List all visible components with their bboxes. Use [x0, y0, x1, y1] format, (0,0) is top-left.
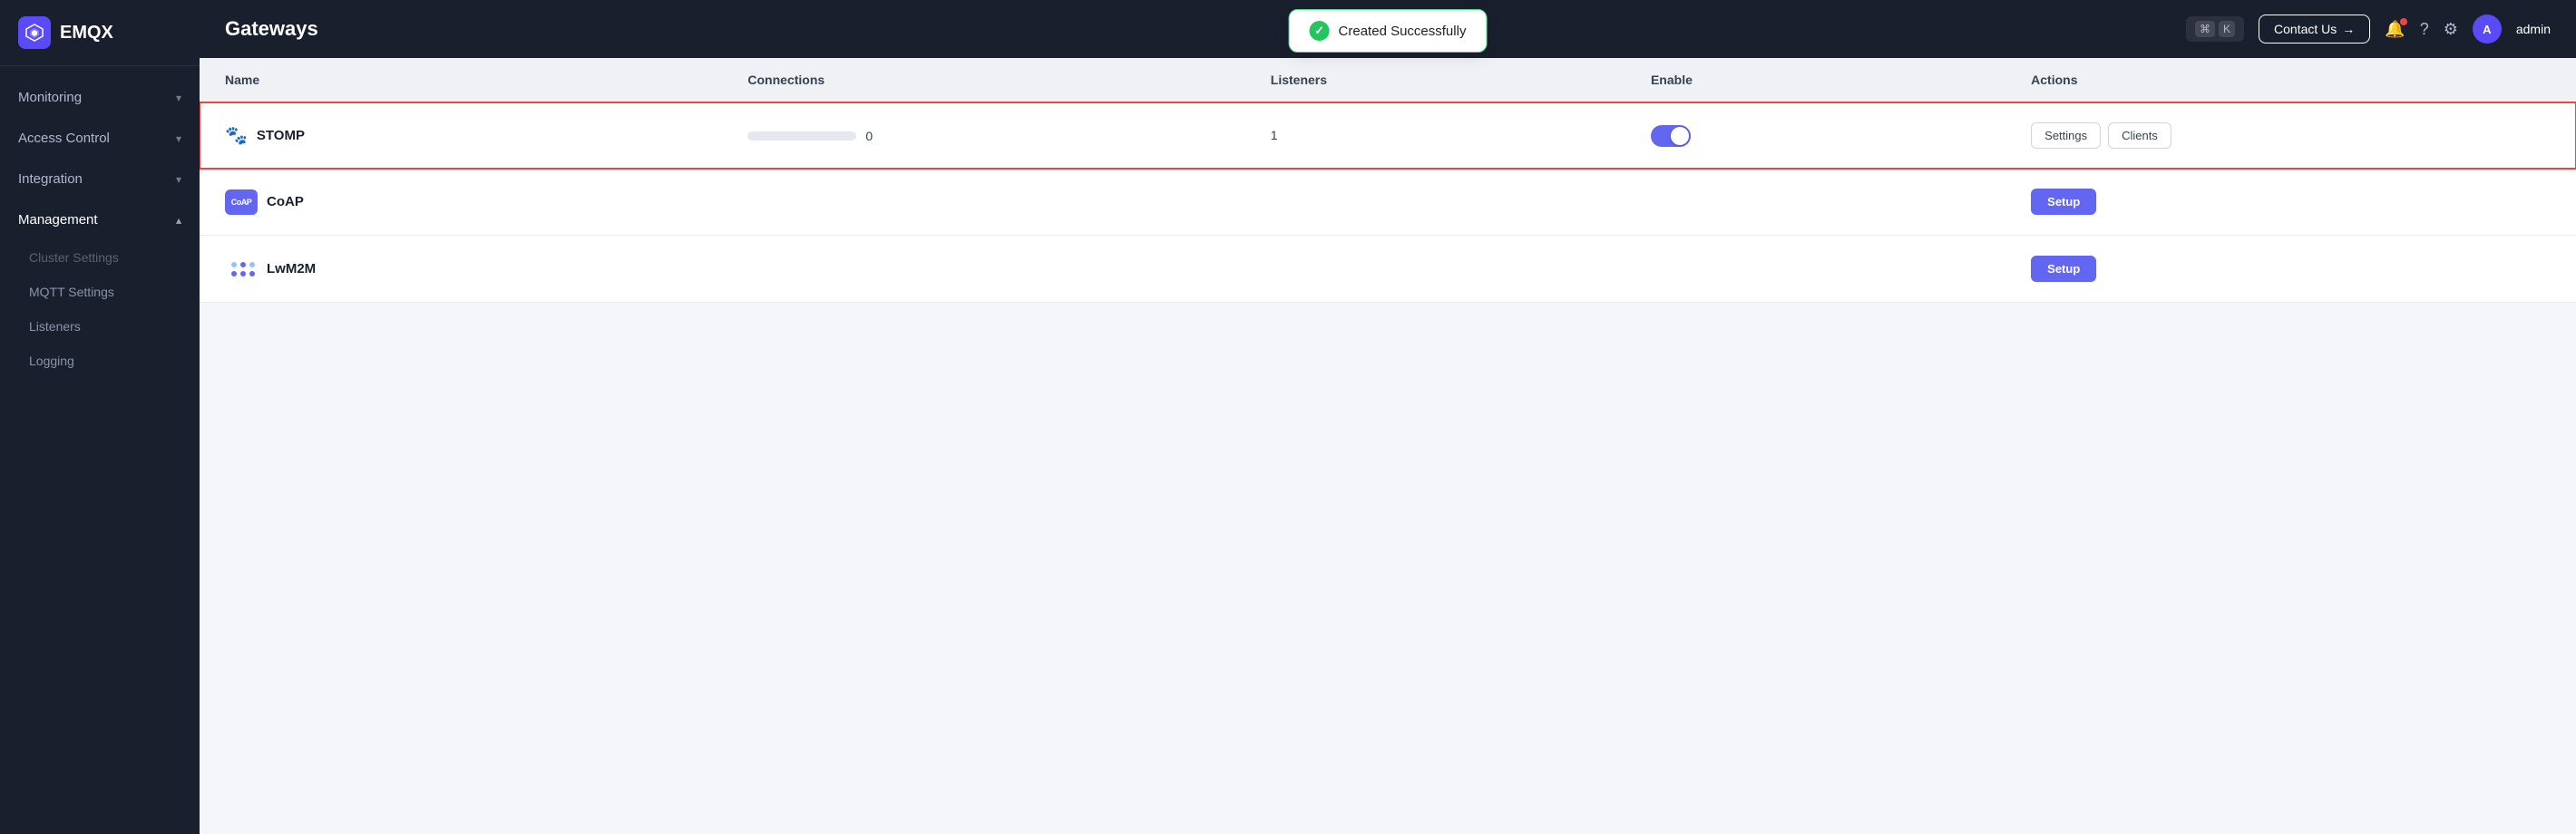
- table-header-row: Name Connections Listeners Enable Action…: [200, 58, 2576, 102]
- sidebar-item-listeners[interactable]: Listeners: [0, 309, 200, 344]
- chevron-down-icon: ▾: [176, 173, 181, 186]
- table-row: CoAP CoAP Setup: [200, 169, 2576, 236]
- sidebar-item-logging[interactable]: Logging: [0, 344, 200, 378]
- lwm2m-icon: [225, 257, 258, 282]
- content-area: Name Connections Listeners Enable Action…: [200, 58, 2576, 834]
- stomp-label: STOMP: [257, 128, 305, 143]
- coap-setup-button[interactable]: Setup: [2031, 189, 2096, 215]
- col-header-listeners: Listeners: [1245, 58, 1625, 102]
- toggle-thumb: [1671, 127, 1689, 145]
- success-toast: ✓ Created Successfully: [1289, 9, 1488, 53]
- table-row: 🐾 STOMP 0 1: [200, 102, 2576, 170]
- admin-label: admin: [2516, 22, 2551, 36]
- lwm2m-label: LwM2M: [267, 261, 316, 276]
- emqx-logo-icon: [18, 16, 51, 49]
- topbar-icons: 🔔 ? ⚙ A admin: [2385, 15, 2551, 44]
- keyboard-shortcut: ⌘ K: [2186, 16, 2244, 42]
- stomp-listeners-count: 1: [1271, 128, 1278, 142]
- toast-message: Created Successfully: [1339, 24, 1467, 39]
- logo-text: EMQX: [60, 23, 113, 44]
- gateway-name-stomp: 🐾 STOMP: [225, 124, 697, 147]
- col-header-actions: Actions: [2005, 58, 2576, 102]
- sidebar-logo: EMQX: [0, 0, 200, 66]
- avatar[interactable]: A: [2473, 15, 2502, 44]
- sidebar: EMQX Monitoring ▾ Access Control ▾ Integ…: [0, 0, 200, 834]
- col-header-name: Name: [200, 58, 722, 102]
- gateways-table: Name Connections Listeners Enable Action…: [200, 58, 2576, 303]
- sidebar-item-management[interactable]: Management ▴: [0, 199, 200, 240]
- stomp-connections-cell: 0: [747, 129, 1219, 143]
- contact-us-button[interactable]: Contact Us →: [2259, 15, 2370, 44]
- stomp-clients-button[interactable]: Clients: [2108, 122, 2171, 149]
- coap-label: CoAP: [267, 194, 304, 209]
- col-header-connections: Connections: [722, 58, 1244, 102]
- chevron-down-icon: ▾: [176, 132, 181, 145]
- gateway-name-coap: CoAP CoAP: [225, 189, 697, 215]
- settings-gear-icon[interactable]: ⚙: [2444, 20, 2458, 39]
- gateway-name-lwm2m: LwM2M: [225, 257, 697, 282]
- sidebar-item-monitoring[interactable]: Monitoring ▾: [0, 77, 200, 118]
- notification-bell-icon[interactable]: 🔔: [2385, 20, 2405, 39]
- sidebar-item-mqtt-settings[interactable]: MQTT Settings: [0, 275, 200, 309]
- stomp-actions-cell: Settings Clients: [2031, 122, 2551, 149]
- sidebar-item-access-control[interactable]: Access Control ▾: [0, 118, 200, 159]
- table-row: LwM2M Setup: [200, 236, 2576, 303]
- success-check-icon: ✓: [1310, 21, 1330, 41]
- kbd-key: K: [2219, 21, 2235, 37]
- stomp-progress-bar: [747, 131, 856, 141]
- chevron-up-icon: ▴: [176, 214, 181, 227]
- notification-dot: [2400, 18, 2407, 25]
- sidebar-navigation: Monitoring ▾ Access Control ▾ Integratio…: [0, 66, 200, 834]
- kbd-mod: ⌘: [2195, 21, 2215, 37]
- sidebar-item-cluster-settings[interactable]: Cluster Settings: [0, 240, 200, 275]
- stomp-enable-toggle[interactable]: [1651, 125, 1691, 147]
- page-title: Gateways: [225, 17, 2171, 41]
- coap-icon: CoAP: [225, 189, 258, 215]
- main-area: Gateways ✓ Created Successfully ⌘ K Cont…: [200, 0, 2576, 834]
- stomp-settings-button[interactable]: Settings: [2031, 122, 2101, 149]
- help-icon[interactable]: ?: [2420, 20, 2429, 39]
- topbar: Gateways ✓ Created Successfully ⌘ K Cont…: [200, 0, 2576, 58]
- stomp-hat-icon: 🐾: [225, 124, 248, 147]
- lwm2m-setup-button[interactable]: Setup: [2031, 256, 2096, 282]
- stomp-connections-count: 0: [865, 129, 873, 143]
- sidebar-item-integration[interactable]: Integration ▾: [0, 159, 200, 199]
- chevron-down-icon: ▾: [176, 92, 181, 104]
- col-header-enable: Enable: [1625, 58, 2005, 102]
